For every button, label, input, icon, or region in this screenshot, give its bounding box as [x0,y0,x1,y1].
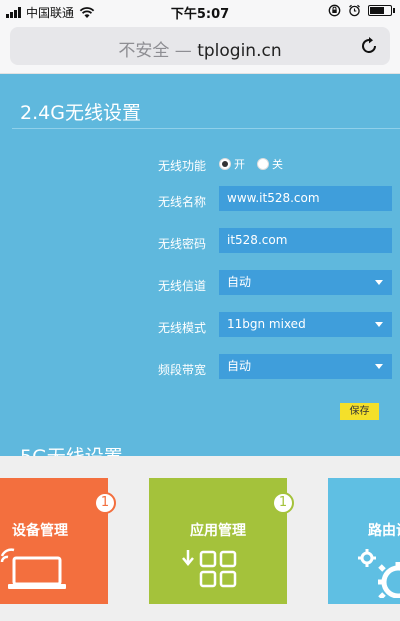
tile-router-settings[interactable]: 路由设 [328,478,400,604]
tile-device-management[interactable]: 1 设备管理 [0,478,116,604]
reload-icon[interactable] [358,35,380,57]
status-right [328,4,395,17]
section-title-2g: 2.4G无线设置 [20,102,141,124]
chevron-down-icon [375,322,383,327]
radio-on[interactable] [219,158,231,170]
chevron-down-icon [375,364,383,369]
password-label: 无线密码 [157,237,206,251]
bandwidth-value: 自动 [227,359,252,373]
radio-on-label: 开 [234,158,245,171]
channel-value: 自动 [227,275,252,289]
section-divider [12,128,400,129]
radio-off[interactable] [257,158,269,170]
radio-option-off[interactable]: 关 [257,156,283,172]
channel-label: 无线信道 [157,279,206,293]
bottom-tray: 1 设备管理 1 应用管理 路由设 [0,456,400,621]
chevron-down-icon [375,280,383,285]
mode-label: 无线模式 [157,321,206,335]
tile-device-label: 设备管理 [12,523,68,539]
tile-device-badge: 1 [94,492,116,514]
gear-icon [358,549,400,598]
mode-value: 11bgn mixed [227,317,306,331]
bandwidth-label: 频段带宽 [157,363,206,377]
address-bar[interactable]: 不安全 — tplogin.cn [10,27,390,65]
ssid-input[interactable]: www.it528.com [219,186,392,211]
mode-select[interactable]: 11bgn mixed [219,312,392,337]
wireless-function-radio-group: 开 关 [219,156,295,172]
tile-app-management[interactable]: 1 应用管理 [149,478,294,604]
save-button[interactable]: 保存 [340,403,379,420]
radio-option-on[interactable]: 开 [219,156,245,172]
bandwidth-select[interactable]: 自动 [219,354,392,379]
insecure-label: 不安全 [118,41,170,61]
channel-select[interactable]: 自动 [219,270,392,295]
tile-app-badge: 1 [272,492,294,514]
battery-icon [368,5,395,16]
laptop-icon [0,548,66,589]
url-text: 不安全 — tplogin.cn [10,36,390,61]
radio-off-label: 关 [272,158,283,171]
rotation-lock-icon [328,4,341,17]
password-input[interactable]: it528.com [219,228,392,253]
url-separator: — [174,41,192,61]
browser-chrome: 不安全 — tplogin.cn [0,22,400,74]
tile-app-label: 应用管理 [190,523,246,539]
status-bar: 中国联通 下午5:07 [0,0,400,22]
ssid-label: 无线名称 [157,195,206,209]
url-domain: tplogin.cn [197,41,282,61]
apps-download-icon [182,550,237,588]
wireless-function-label: 无线功能 [157,159,206,173]
tile-router-label: 路由设 [368,523,400,539]
alarm-icon [349,4,360,17]
